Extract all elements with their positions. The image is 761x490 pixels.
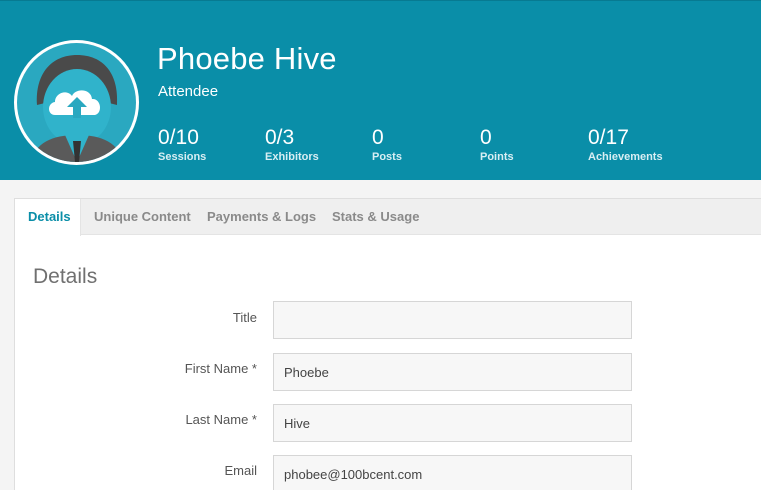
stat-value: 0/17 xyxy=(588,126,629,149)
profile-name: Phoebe Hive xyxy=(157,41,337,76)
profile-header: Phoebe Hive Attendee 0/10 Sessions 0/3 E… xyxy=(0,0,761,180)
title-field[interactable] xyxy=(273,301,632,339)
stat-posts: 0 Posts xyxy=(372,125,402,163)
stat-points: 0 Points xyxy=(480,125,514,163)
stat-achievements: 0/17 Achievements xyxy=(588,125,663,163)
tab-bar: Details Unique Content Payments & Logs S… xyxy=(15,199,761,236)
stat-label: Achievements xyxy=(588,151,663,163)
profile-role: Attendee xyxy=(158,83,219,100)
stat-value: 0/3 xyxy=(265,126,295,149)
details-card: Details Unique Content Payments & Logs S… xyxy=(14,198,761,490)
tab-details[interactable]: Details xyxy=(15,199,81,236)
first-name-field[interactable] xyxy=(273,353,632,391)
stat-exhibitors: 0/3 Exhibitors xyxy=(265,125,319,163)
tab-payments-logs[interactable]: Payments & Logs xyxy=(207,199,316,235)
stat-label: Points xyxy=(480,151,514,163)
stat-label: Posts xyxy=(372,151,402,163)
tab-stats-usage[interactable]: Stats & Usage xyxy=(332,199,419,235)
section-title: Details xyxy=(33,265,98,288)
first-name-label: First Name * xyxy=(184,361,257,376)
stat-sessions: 0/10 Sessions xyxy=(158,125,206,163)
stat-value: 0 xyxy=(372,126,384,149)
tab-unique-content[interactable]: Unique Content xyxy=(94,199,191,235)
stat-label: Sessions xyxy=(158,151,207,163)
stat-value: 0 xyxy=(480,126,492,149)
last-name-field[interactable] xyxy=(273,404,632,442)
email-field[interactable] xyxy=(273,455,632,490)
avatar[interactable] xyxy=(14,40,139,165)
title-label: Title xyxy=(232,310,257,325)
last-name-label: Last Name * xyxy=(185,412,257,427)
stat-label: Exhibitors xyxy=(265,151,319,163)
avatar-upload-icon[interactable] xyxy=(17,43,136,162)
email-label: Email xyxy=(224,463,257,478)
stat-value: 0/10 xyxy=(158,126,199,149)
